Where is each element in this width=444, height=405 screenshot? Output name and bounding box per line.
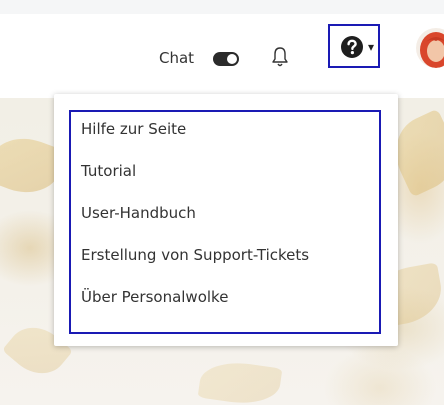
menu-item-user-handbuch[interactable]: User-Handbuch bbox=[81, 198, 196, 228]
chevron-down-icon: ▾ bbox=[368, 40, 375, 54]
chat-toggle[interactable] bbox=[213, 52, 239, 66]
top-strip bbox=[0, 0, 444, 14]
menu-item-tutorial[interactable]: Tutorial bbox=[81, 156, 136, 186]
toggle-knob bbox=[227, 54, 237, 64]
menu-item-support-tickets[interactable]: Erstellung von Support-Tickets bbox=[81, 240, 309, 270]
help-dropdown-menu: Hilfe zur Seite Tutorial User-Handbuch E… bbox=[54, 94, 398, 346]
help-menu-highlight: Hilfe zur Seite Tutorial User-Handbuch E… bbox=[69, 110, 381, 334]
leaf-decoration bbox=[197, 357, 283, 405]
chat-label: Chat bbox=[159, 49, 195, 67]
menu-item-hilfe-zur-seite[interactable]: Hilfe zur Seite bbox=[81, 114, 186, 144]
bell-icon[interactable] bbox=[270, 46, 290, 68]
menu-item-ueber-personalwolke[interactable]: Über Personalwolke bbox=[81, 282, 228, 312]
help-circle-icon bbox=[341, 36, 363, 58]
help-menu-button[interactable]: ▾ bbox=[328, 24, 380, 68]
